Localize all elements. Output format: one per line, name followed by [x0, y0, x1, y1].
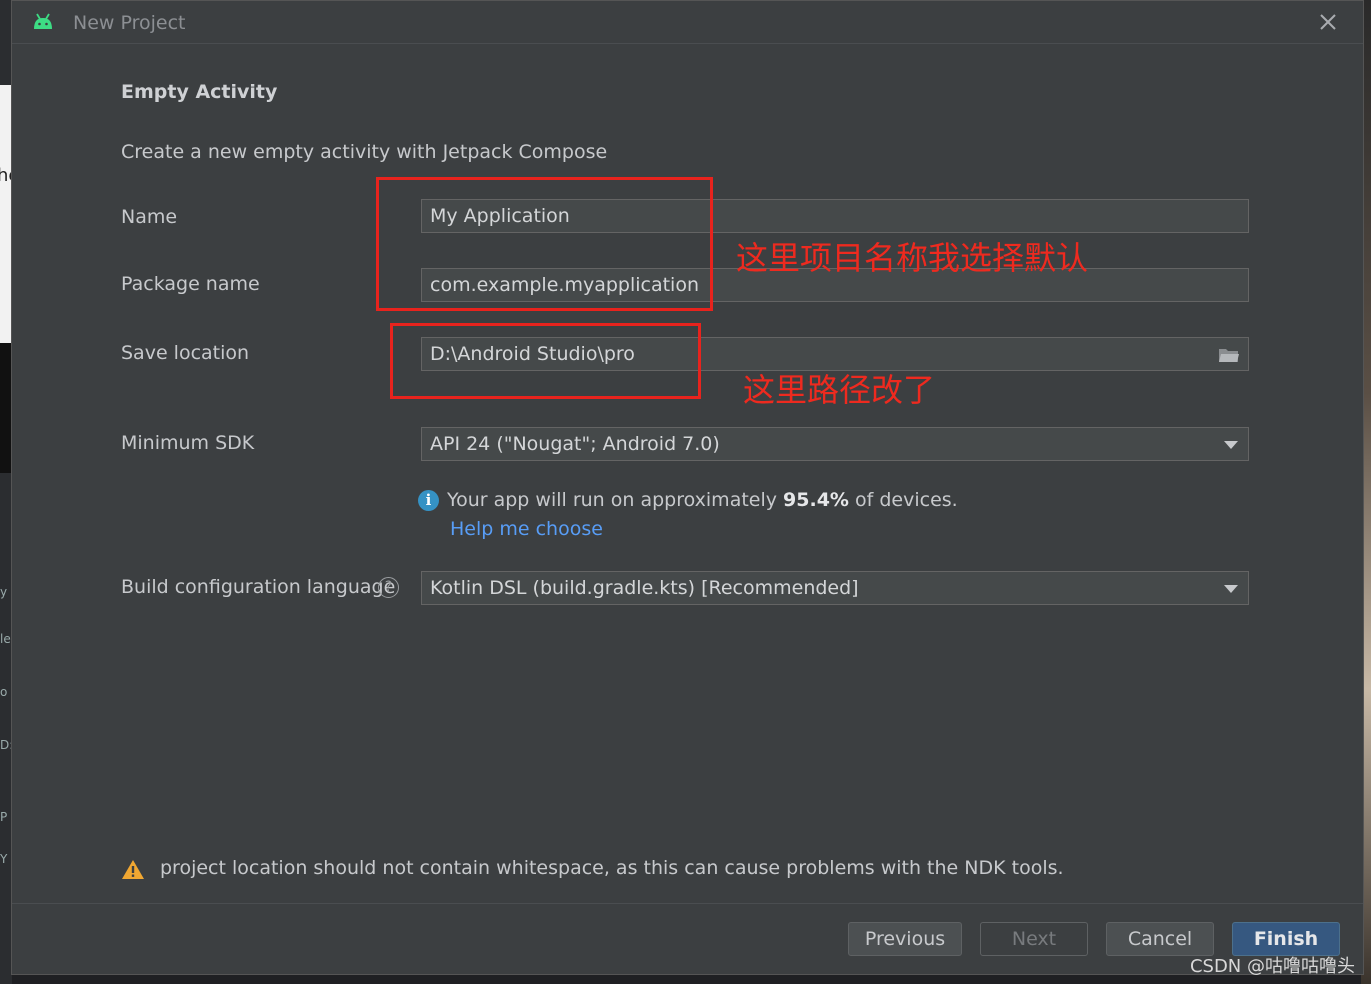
- whitespace-warning: project location should not contain whit…: [160, 857, 1064, 879]
- new-project-dialog: New Project Empty Activity Create a new …: [11, 0, 1364, 975]
- info-icon: i: [418, 490, 439, 511]
- minimum-sdk-label: Minimum SDK: [121, 432, 255, 454]
- android-studio-icon: [34, 13, 52, 29]
- build-language-value: Kotlin DSL (build.gradle.kts) [Recommend…: [430, 577, 859, 599]
- device-coverage-info: Your app will run on approximately 95.4%…: [447, 489, 958, 511]
- warning-icon: [122, 860, 144, 879]
- chevron-down-icon: [1224, 441, 1238, 449]
- name-label: Name: [121, 206, 178, 228]
- build-language-select[interactable]: Kotlin DSL (build.gradle.kts) [Recommend…: [421, 571, 1249, 605]
- background-text: le: [0, 632, 11, 646]
- minimum-sdk-select[interactable]: API 24 ("Nougat"; Android 7.0): [421, 427, 1249, 461]
- help-me-choose-link[interactable]: Help me choose: [450, 518, 603, 540]
- info-prefix: Your app will run on approximately: [447, 489, 784, 511]
- footer-divider: [12, 903, 1363, 904]
- coverage-percent: 95.4%: [783, 489, 849, 511]
- previous-button[interactable]: Previous: [848, 922, 962, 956]
- csdn-watermark: CSDN @咕噜咕噜头: [1189, 956, 1355, 977]
- template-description: Create a new empty activity with Jetpack…: [121, 141, 608, 163]
- cancel-button[interactable]: Cancel: [1106, 922, 1214, 956]
- help-icon[interactable]: ?: [378, 577, 399, 598]
- dialog-title: New Project: [73, 12, 186, 34]
- annotation-box-path: [390, 323, 701, 399]
- background-text: o: [0, 685, 8, 699]
- package-name-label: Package name: [121, 273, 260, 295]
- background-text: P: [0, 810, 8, 824]
- finish-button[interactable]: Finish: [1232, 922, 1340, 956]
- folder-icon[interactable]: [1218, 346, 1240, 363]
- annotation-path-note: 这里路径改了: [743, 371, 936, 409]
- info-suffix: of devices.: [848, 489, 958, 511]
- save-location-label: Save location: [121, 342, 250, 364]
- build-language-label: Build configuration language: [121, 576, 396, 598]
- background-text: y: [0, 585, 8, 599]
- template-title: Empty Activity: [121, 81, 278, 103]
- minimum-sdk-value: API 24 ("Nougat"; Android 7.0): [430, 433, 720, 455]
- annotation-name-note: 这里项目名称我选择默认: [736, 239, 1089, 277]
- close-icon[interactable]: [1317, 11, 1339, 33]
- annotation-box-name: [376, 177, 713, 311]
- title-bar[interactable]: New Project: [12, 1, 1363, 44]
- next-button[interactable]: Next: [980, 922, 1088, 956]
- background-text: Y: [0, 852, 8, 866]
- chevron-down-icon: [1224, 585, 1238, 593]
